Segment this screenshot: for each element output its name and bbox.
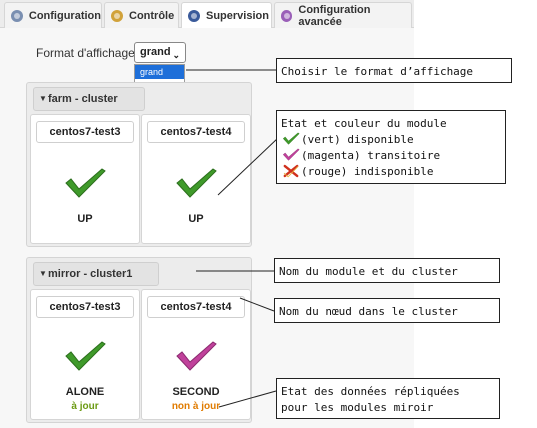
checkmark-green-icon xyxy=(282,132,300,145)
node-state: ALONE xyxy=(65,386,105,398)
cluster-title: mirror - cluster1 xyxy=(48,268,133,280)
node-name: centos7-test4 xyxy=(147,121,245,143)
supervision-icon xyxy=(188,10,200,22)
cluster-header[interactable]: ▼ farm - cluster xyxy=(33,87,145,111)
node-card[interactable]: centos7-test4 SECOND non à jour xyxy=(141,289,251,420)
cluster-group-mirror: ▼ mirror - cluster1 centos7-test3 ALONE … xyxy=(26,257,252,423)
checkmark-magenta-icon xyxy=(282,148,300,161)
format-selected-value: grand xyxy=(140,46,171,58)
tab-label: Configuration avancée xyxy=(298,3,371,28)
tab-controle[interactable]: Contrôle xyxy=(104,2,179,28)
tab-label: Supervision xyxy=(206,10,269,22)
format-select[interactable]: grand ⌄ xyxy=(134,42,186,63)
callout-text: Nom du module et du cluster xyxy=(279,264,458,278)
checkmark-magenta-icon xyxy=(176,341,217,371)
node-state: SECOND xyxy=(172,386,220,398)
cluster-header[interactable]: ▼ mirror - cluster1 xyxy=(33,262,159,286)
tab-bar: Configuration Contrôle Supervision Confi… xyxy=(0,0,414,29)
legend-label: (vert) disponible xyxy=(301,132,414,146)
advanced-config-icon xyxy=(281,9,293,22)
tab-label: Contrôle xyxy=(129,9,175,22)
callout-replication: Etat des données répliquées pour les mod… xyxy=(276,378,500,419)
node-state: UP xyxy=(188,213,204,225)
format-option-grand[interactable]: grand xyxy=(135,65,184,79)
checkmark-green-icon xyxy=(176,168,217,198)
gear-icon xyxy=(11,9,23,22)
callout-node-name: Nom du nœud dans le cluster xyxy=(274,298,500,323)
tab-label: Configuration xyxy=(28,9,101,22)
node-card[interactable]: centos7-test3 ALONE à jour xyxy=(30,289,140,420)
caret-down-icon: ▼ xyxy=(39,269,47,278)
checkmark-green-icon xyxy=(65,168,106,198)
legend-transitional: (magenta) transitoire xyxy=(281,147,501,163)
callout-text: Nom du nœud dans le cluster xyxy=(279,304,458,318)
legend-label: (rouge) indisponible xyxy=(301,164,434,178)
format-label: Format d'affichage xyxy=(36,46,135,60)
replication-status: à jour xyxy=(71,401,99,412)
cross-red-icon xyxy=(283,164,299,178)
control-icon xyxy=(111,9,123,22)
chevron-down-icon: ⌄ xyxy=(172,50,180,60)
caret-down-icon: ▼ xyxy=(39,94,47,103)
checkmark-green-icon xyxy=(65,341,106,371)
tab-configuration-avancee[interactable]: Configuration avancée xyxy=(274,2,412,28)
legend-label: (magenta) transitoire xyxy=(301,148,441,162)
callout-module-name: Nom du module et du cluster xyxy=(274,258,500,283)
node-name: centos7-test4 xyxy=(147,296,245,318)
callout-text: Choisir le format d’affichage xyxy=(281,64,474,78)
node-name: centos7-test3 xyxy=(36,121,134,143)
node-card[interactable]: centos7-test4 UP xyxy=(141,114,251,244)
callout-text: Etat des données répliquées xyxy=(281,384,460,398)
legend-available: (vert) disponible xyxy=(281,131,501,147)
tab-supervision[interactable]: Supervision xyxy=(181,2,272,29)
tab-configuration[interactable]: Configuration xyxy=(4,2,102,28)
node-name: centos7-test3 xyxy=(36,296,134,318)
cluster-group-farm: ▼ farm - cluster centos7-test3 UP centos… xyxy=(26,82,252,247)
node-card[interactable]: centos7-test3 UP xyxy=(30,114,140,244)
callout-format: Choisir le format d’affichage xyxy=(276,58,512,83)
replication-status: non à jour xyxy=(171,401,221,412)
node-state: UP xyxy=(77,213,93,225)
callout-text: pour les modules miroir xyxy=(281,400,434,414)
callout-title: Etat et couleur du module xyxy=(281,116,447,130)
callout-module-state: Etat et couleur du module (vert) disponi… xyxy=(276,110,506,184)
legend-unavailable: (rouge) indisponible xyxy=(281,163,501,179)
cluster-title: farm - cluster xyxy=(48,93,118,105)
